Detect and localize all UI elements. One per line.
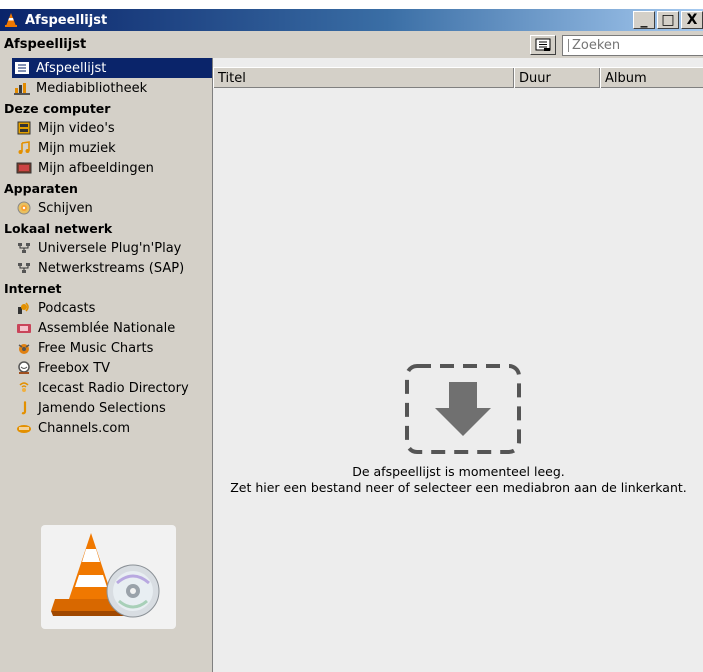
sidebar-item-label: Free Music Charts xyxy=(38,340,154,356)
sidebar-item-freebox[interactable]: Freebox TV xyxy=(0,358,212,378)
sidebar-item-discs[interactable]: Schijven xyxy=(0,198,212,218)
section-header-computer: Deze computer xyxy=(4,100,111,116)
sidebar-item-label: Jamendo Selections xyxy=(38,400,166,416)
section-header-internet: Internet xyxy=(4,280,62,296)
title-bar[interactable]: Afspeellijst _ □ X xyxy=(0,9,703,31)
sidebar-item-pictures[interactable]: Mijn afbeeldingen xyxy=(0,158,212,178)
playlist-icon xyxy=(14,61,30,75)
column-duration[interactable]: Duur xyxy=(514,68,600,88)
sidebar-item-jamendo[interactable]: Jamendo Selections xyxy=(0,398,212,418)
network-icon xyxy=(16,241,32,255)
sidebar-item-label: Channels.com xyxy=(38,420,131,436)
sidebar-item-label: Afspeellijst xyxy=(36,60,107,76)
sidebar-item-label: Universele Plug'n'Play xyxy=(38,240,182,256)
music-charts-icon xyxy=(16,341,32,355)
library-icon xyxy=(14,81,30,95)
sidebar-item-label: Podcasts xyxy=(38,300,96,316)
sidebar-item-channels[interactable]: Channels.com xyxy=(0,418,212,438)
empty-message-line1: De afspeellijst is momenteel leeg. xyxy=(352,464,565,479)
sidebar: Afspeellijst Mediabibliotheek Deze compu… xyxy=(0,58,212,672)
maximize-button[interactable]: □ xyxy=(657,11,679,29)
tv-icon xyxy=(16,321,32,335)
sidebar-item-music-charts[interactable]: Free Music Charts xyxy=(0,338,212,358)
sidebar-item-label: Netwerkstreams (SAP) xyxy=(38,260,185,276)
page-title: Afspeellijst xyxy=(4,37,87,52)
view-toggle-button[interactable] xyxy=(530,35,556,55)
podcast-icon xyxy=(16,301,32,315)
search-box[interactable] xyxy=(562,35,703,56)
album-art-placeholder xyxy=(41,525,176,629)
vlc-cone-icon xyxy=(3,12,19,28)
sidebar-item-label: Assemblée Nationale xyxy=(38,320,176,336)
column-header: Titel Duur Album xyxy=(213,67,703,88)
sidebar-item-label: Icecast Radio Directory xyxy=(38,380,189,396)
window-title: Afspeellijst xyxy=(25,12,108,28)
jamendo-icon xyxy=(16,401,32,415)
column-album[interactable]: Album xyxy=(600,68,703,88)
search-input[interactable] xyxy=(572,38,692,53)
icecast-icon xyxy=(16,381,32,395)
playlist-view[interactable]: Titel Duur Album De afspeellijst is mome… xyxy=(212,58,703,672)
sidebar-item-videos[interactable]: Mijn video's xyxy=(0,118,212,138)
pictures-icon xyxy=(16,161,32,175)
sidebar-item-label: Mediabibliotheek xyxy=(36,80,148,96)
sidebar-item-label: Mijn muziek xyxy=(38,140,116,156)
sidebar-item-label: Schijven xyxy=(38,200,93,216)
empty-message-line2: Zet hier een bestand neer of selecteer e… xyxy=(230,480,687,495)
video-icon xyxy=(16,121,32,135)
sidebar-item-label: Mijn afbeeldingen xyxy=(38,160,154,176)
close-button[interactable]: X xyxy=(681,11,703,29)
vlc-window: Afspeellijst _ □ X Afspeellijst Zoeken A… xyxy=(0,8,703,672)
sidebar-item-icecast[interactable]: Icecast Radio Directory xyxy=(0,378,212,398)
column-title[interactable]: Titel xyxy=(213,68,514,88)
playlist-header: Afspeellijst xyxy=(0,32,703,58)
vlc-cone-disc-icon xyxy=(51,533,160,618)
sidebar-item-sap[interactable]: Netwerkstreams (SAP) xyxy=(0,258,212,278)
sidebar-item-podcasts[interactable]: Podcasts xyxy=(0,298,212,318)
sidebar-item-music[interactable]: Mijn muziek xyxy=(0,138,212,158)
music-icon xyxy=(16,141,32,155)
drop-arrow-icon xyxy=(405,364,521,454)
section-header-network: Lokaal netwerk xyxy=(4,220,113,236)
view-toggle-icon xyxy=(535,38,551,51)
sidebar-item-playlist[interactable]: Afspeellijst xyxy=(12,58,212,78)
sidebar-item-library[interactable]: Mediabibliotheek xyxy=(0,78,212,98)
sidebar-item-upnp[interactable]: Universele Plug'n'Play xyxy=(0,238,212,258)
sidebar-item-label: Freebox TV xyxy=(38,360,111,376)
network-icon xyxy=(16,261,32,275)
disc-icon xyxy=(16,201,32,215)
freebox-icon xyxy=(16,361,32,375)
search-separator xyxy=(568,39,569,52)
sidebar-item-label: Mijn video's xyxy=(38,120,115,136)
minimize-button[interactable]: _ xyxy=(633,11,655,29)
channels-icon xyxy=(16,421,32,435)
section-header-devices: Apparaten xyxy=(4,180,78,196)
sidebar-item-assemblee[interactable]: Assemblée Nationale xyxy=(0,318,212,338)
